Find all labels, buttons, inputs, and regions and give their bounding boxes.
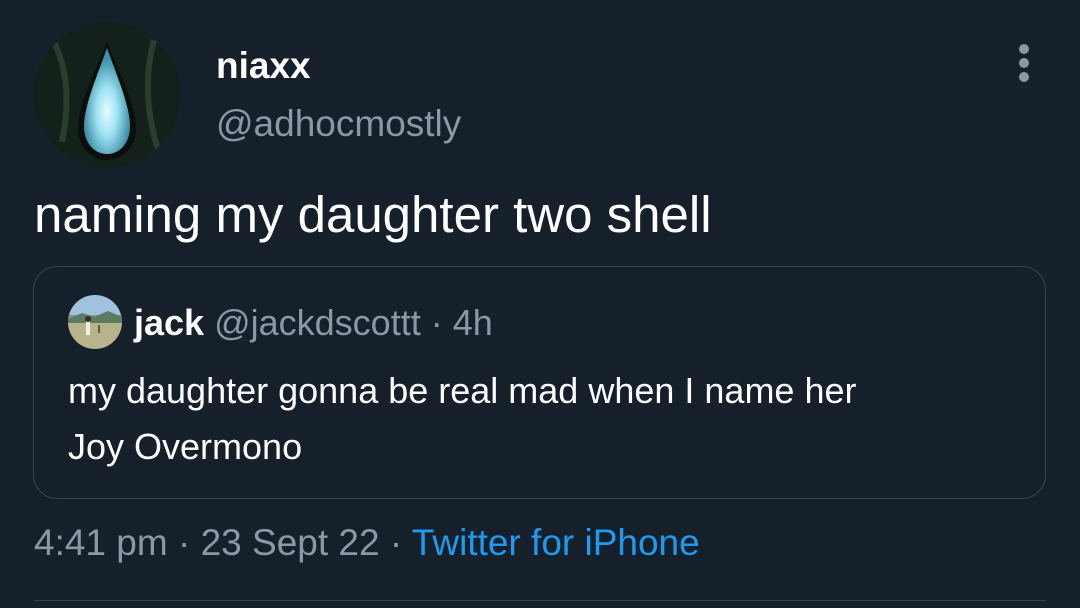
quoted-tweet-text: my daughter gonna be real mad when I nam… bbox=[68, 363, 1008, 475]
quoted-tweet-card[interactable]: jack @jackdscottt · 4h my daughter gonna… bbox=[33, 266, 1046, 499]
more-options-icon bbox=[1019, 44, 1029, 54]
footer-separator: · bbox=[379, 522, 412, 563]
tweet-footer: 4:41 pm · 23 Sept 22 · Twitter for iPhon… bbox=[34, 520, 700, 566]
author-display-name[interactable]: niaxx bbox=[216, 44, 311, 88]
author-avatar[interactable] bbox=[34, 22, 180, 168]
quoted-tweet-text-line: my daughter gonna be real mad when I nam… bbox=[68, 370, 857, 411]
tweet-text: naming my daughter two shell bbox=[34, 186, 712, 243]
quoted-author-name[interactable]: jack bbox=[134, 302, 204, 343]
quoted-time-ago[interactable]: 4h bbox=[453, 302, 493, 343]
tweet-time[interactable]: 4:41 pm bbox=[34, 522, 168, 563]
tweet-source-link[interactable]: Twitter for iPhone bbox=[412, 522, 700, 563]
more-options-icon-dot bbox=[1019, 72, 1029, 82]
tweet: niaxx @adhocmostly naming my daughter tw… bbox=[0, 0, 1080, 608]
quoted-tweet-text-line: Joy Overmono bbox=[68, 426, 303, 467]
more-options-button[interactable] bbox=[1004, 40, 1044, 86]
divider bbox=[34, 600, 1046, 601]
author-handle[interactable]: @adhocmostly bbox=[216, 102, 461, 146]
quoted-tweet-header: jack @jackdscottt · 4h bbox=[134, 301, 493, 345]
tweet-date[interactable]: 23 Sept 22 bbox=[201, 522, 380, 563]
more-options-icon-dot bbox=[1019, 58, 1029, 68]
quoted-separator: · bbox=[420, 302, 453, 343]
glowing-teardrop-avatar-icon bbox=[34, 22, 180, 168]
footer-separator: · bbox=[167, 522, 201, 563]
landscape-avatar-icon bbox=[68, 295, 122, 349]
quoted-author-handle[interactable]: @jackdscottt bbox=[214, 302, 421, 343]
quoted-author-avatar[interactable] bbox=[68, 295, 122, 349]
